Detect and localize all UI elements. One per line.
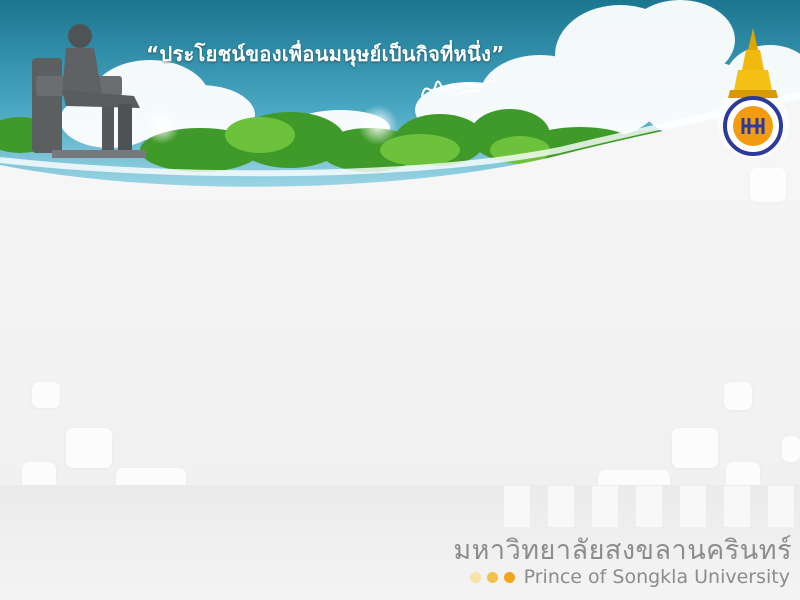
decor-block	[66, 428, 112, 468]
statue-icon	[32, 24, 146, 158]
dot-icon	[503, 571, 515, 583]
university-name-english-row: Prince of Songkla University	[469, 566, 790, 588]
decor-block	[750, 168, 786, 202]
footer-comb-decoration	[504, 486, 794, 527]
decor-block	[32, 382, 60, 408]
university-seal-icon	[717, 28, 789, 158]
motto-text: “ประโยชน์ของเพื่อนมนุษย์เป็นกิจที่หนึ่ง”	[146, 42, 505, 66]
university-name-english: Prince of Songkla University	[523, 566, 790, 588]
dot-icon	[486, 571, 498, 583]
decor-block	[672, 428, 718, 468]
university-name-thai: มหาวิทยาลัยสงขลานครินทร์	[453, 535, 792, 566]
slide-page: “ประโยชน์ของเพื่อนมนุษย์เป็นกิจที่หนึ่ง”	[0, 0, 800, 600]
decor-block	[724, 382, 752, 410]
header-banner: “ประโยชน์ของเพื่อนมนุษย์เป็นกิจที่หนึ่ง”	[0, 0, 800, 200]
signature-icon	[421, 79, 497, 97]
decor-block	[782, 436, 800, 462]
dot-icon	[469, 571, 481, 583]
